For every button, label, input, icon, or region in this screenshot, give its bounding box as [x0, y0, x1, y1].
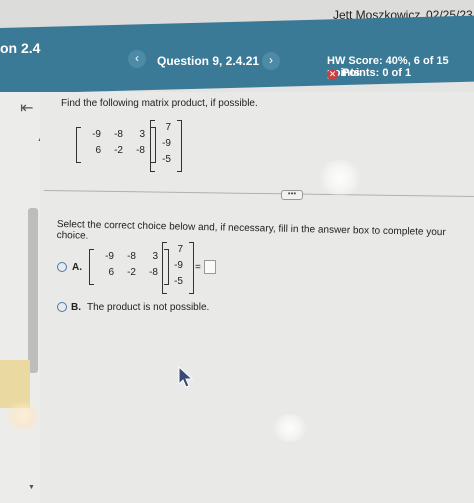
option-b-radio[interactable] [57, 302, 67, 312]
previous-question-button[interactable]: ‹ [128, 50, 146, 68]
vector-cell: -5 [174, 276, 183, 287]
vector-cell: -9 [174, 260, 183, 271]
matrix-cell: 3 [152, 251, 158, 262]
option-a-vector-b: 7 -9 -5 [162, 242, 194, 294]
matrix-cell: -8 [136, 145, 145, 156]
matrix-cell: 3 [139, 129, 145, 140]
vector-cell: -5 [162, 154, 171, 165]
question-title: Question 9, 2.4.21 [157, 54, 260, 68]
matrix-cell: -8 [114, 129, 123, 140]
section-title: on 2.4 [0, 40, 41, 56]
matrix-cell: 6 [95, 145, 101, 156]
option-a-matrix-a: -9 -8 3 6 -2 -8 [89, 249, 169, 285]
matrix-cell: -9 [92, 129, 101, 140]
matrix-cell: 6 [108, 267, 114, 278]
next-question-button[interactable]: › [262, 52, 280, 70]
vector-cell: 7 [165, 122, 171, 133]
problem-matrix-a: -9 -8 3 6 -2 -8 [76, 127, 156, 163]
scrollbar-thumb[interactable] [28, 208, 38, 373]
points-display: ✕ Points: 0 of 1 [327, 67, 411, 80]
more-options-button[interactable]: ••• [281, 190, 303, 200]
screen-glare [272, 414, 308, 442]
matrix-cell: -8 [149, 267, 158, 278]
option-a-label: A. [72, 262, 82, 273]
side-panel-highlight [0, 360, 30, 408]
vector-cell: 7 [177, 244, 183, 255]
scroll-down-arrow-icon[interactable]: ▼ [28, 484, 35, 491]
matrix-cell: -9 [105, 251, 114, 262]
matrix-cell: -8 [127, 251, 136, 262]
points-text: Points: 0 of 1 [342, 67, 412, 79]
equals-sign: = [195, 262, 201, 273]
option-b-text: The product is not possible. [87, 302, 210, 313]
answer-input-box[interactable] [204, 260, 216, 274]
option-b-label: B. [71, 302, 81, 313]
mouse-cursor-icon [178, 366, 194, 388]
matrix-cell: -2 [127, 267, 136, 278]
vector-cell: -9 [162, 138, 171, 149]
screen-glare [4, 402, 42, 430]
problem-instruction: Find the following matrix product, if po… [61, 98, 258, 109]
option-a-radio[interactable] [57, 262, 67, 272]
screen-glare [318, 160, 362, 196]
problem-vector-b: 7 -9 -5 [150, 120, 182, 172]
incorrect-icon: ✕ [327, 69, 338, 80]
matrix-cell: -2 [114, 145, 123, 156]
collapse-back-icon[interactable]: ⇤ [20, 98, 33, 118]
